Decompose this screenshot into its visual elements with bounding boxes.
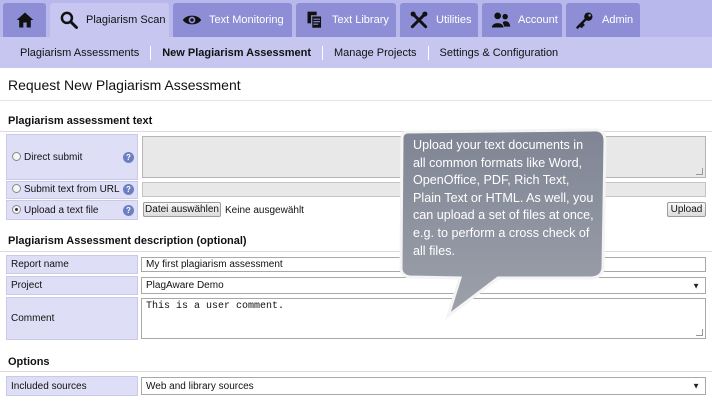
tab-admin[interactable]: Admin	[566, 3, 640, 37]
upload-button[interactable]: Upload	[667, 202, 706, 217]
project-label: Project	[6, 276, 138, 295]
help-icon[interactable]: ?	[123, 184, 134, 195]
included-sources-label: Included sources	[6, 376, 138, 396]
divider	[0, 100, 712, 101]
submit-url-radio[interactable]	[12, 184, 21, 193]
tab-text-library[interactable]: Text Library	[296, 3, 396, 37]
upload-file-radio[interactable]	[12, 205, 21, 214]
top-navigation: Plagiarism Scan Text Monitoring Text Lib…	[0, 0, 712, 37]
report-name-label: Report name	[6, 255, 138, 274]
upload-file-label: Upload a text file	[24, 205, 99, 216]
subnav-manage-projects[interactable]: Manage Projects	[323, 47, 428, 59]
comment-text: This is a user comment.	[146, 301, 285, 312]
project-select-value: PlagAware Demo	[146, 280, 224, 291]
tab-account[interactable]: Account	[482, 3, 562, 37]
tab-label: Plagiarism Scan	[86, 14, 166, 26]
search-icon	[58, 9, 80, 31]
users-icon	[490, 9, 512, 31]
section-heading-text: Plagiarism assessment text	[8, 115, 153, 127]
info-callout: Upload your text documents in all common…	[398, 128, 608, 324]
sub-navigation: Plagiarism Assessments New Plagiarism As…	[0, 37, 712, 68]
home-tab[interactable]	[3, 3, 46, 37]
home-icon	[14, 9, 36, 31]
resize-handle[interactable]	[696, 329, 703, 336]
divider	[0, 371, 712, 372]
direct-submit-radio[interactable]	[12, 152, 21, 161]
included-sources-value: Web and library sources	[146, 380, 254, 392]
help-icon[interactable]: ?	[123, 205, 134, 216]
tab-label: Text Monitoring	[209, 14, 284, 26]
tab-label: Text Library	[332, 14, 389, 26]
direct-submit-label: Direct submit	[24, 152, 83, 163]
choose-file-button[interactable]: Datei auswählen	[143, 202, 221, 217]
chevron-down-icon: ▼	[692, 281, 700, 290]
page: Plagiarism Scan Text Monitoring Text Lib…	[0, 0, 712, 403]
subnav-new-plagiarism-assessment[interactable]: New Plagiarism Assessment	[151, 47, 322, 59]
tools-icon	[408, 9, 430, 31]
section-heading-description: Plagiarism Assessment description (optio…	[8, 235, 247, 247]
key-icon	[574, 9, 596, 31]
tab-text-monitoring[interactable]: Text Monitoring	[173, 3, 292, 37]
resize-handle[interactable]	[696, 168, 703, 175]
comment-label: Comment	[6, 297, 138, 340]
chevron-down-icon: ▼	[692, 381, 700, 391]
tab-label: Utilities	[436, 14, 472, 26]
included-sources-select[interactable]: Web and library sources ▼	[141, 377, 706, 395]
eye-icon	[181, 9, 203, 31]
callout-text: Upload your text documents in all common…	[413, 138, 594, 258]
tab-label: Admin	[602, 14, 634, 26]
subnav-plagiarism-assessments[interactable]: Plagiarism Assessments	[9, 47, 150, 59]
help-icon[interactable]: ?	[123, 152, 134, 163]
documents-icon	[304, 9, 326, 31]
subnav-settings-configuration[interactable]: Settings & Configuration	[429, 47, 570, 59]
tab-plagiarism-scan[interactable]: Plagiarism Scan	[50, 3, 169, 37]
tab-label: Account	[518, 14, 558, 26]
tab-utilities[interactable]: Utilities	[400, 3, 478, 37]
no-file-selected: Keine ausgewählt	[225, 205, 304, 216]
section-heading-options: Options	[8, 356, 50, 368]
page-title: Request New Plagiarism Assessment	[8, 77, 241, 93]
submit-url-label: Submit text from URL	[24, 184, 120, 195]
